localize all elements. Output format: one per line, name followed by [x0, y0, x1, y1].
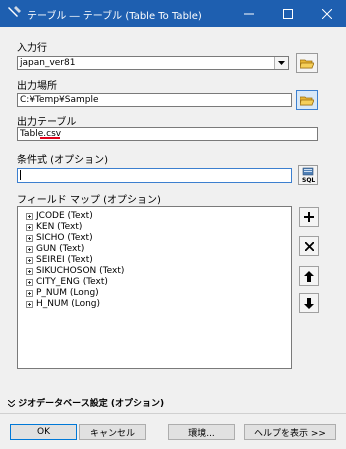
expand-icon[interactable] — [26, 256, 33, 264]
dropdown-arrow-button[interactable] — [274, 57, 288, 69]
expand-icon[interactable] — [26, 245, 33, 253]
geodatabase-settings-expander[interactable]: ジオデータベース設定 (オプション) — [7, 396, 165, 409]
chevron-down-icon — [278, 61, 285, 65]
sql-label: SQL — [302, 177, 316, 184]
output-location-field[interactable]: C:¥Temp¥Sample — [17, 93, 292, 107]
expand-icon[interactable] — [26, 212, 33, 220]
expand-icon[interactable] — [26, 300, 33, 308]
field-map-item-label: SICHO (Text) — [36, 233, 93, 243]
minimize-icon — [244, 13, 254, 14]
field-map-item-label: P_NUM (Long) — [36, 288, 99, 298]
expand-icon[interactable] — [26, 234, 33, 242]
output-location-label: 出力場所 — [17, 81, 57, 92]
sql-button[interactable]: SQL — [298, 165, 318, 185]
title-bar: テーブル ― テーブル (Table To Table) — [0, 0, 346, 27]
field-map-list[interactable]: JCODE (Text) KEN (Text) SICHO (Text) GUN… — [17, 206, 292, 369]
geodatabase-settings-label: ジオデータベース設定 (オプション) — [18, 399, 165, 409]
spellcheck-underline — [40, 137, 60, 139]
expand-icon[interactable] — [26, 289, 33, 297]
input-row-dropdown[interactable]: japan_ver81 — [17, 56, 289, 70]
chevron-double-down-icon — [7, 399, 16, 408]
field-map-item-label: SEIREI (Text) — [36, 255, 93, 265]
browse-output-button[interactable] — [296, 90, 318, 110]
field-map-item-label: CITY_ENG (Text) — [36, 277, 108, 287]
folder-icon — [300, 59, 314, 68]
field-map-item-label: GUN (Text) — [36, 244, 85, 254]
window-title: テーブル ― テーブル (Table To Table) — [27, 11, 202, 22]
close-button[interactable] — [308, 0, 346, 27]
help-button[interactable]: ヘルプを表示 >> — [244, 424, 336, 440]
expand-icon[interactable] — [26, 223, 33, 231]
plus-icon — [304, 212, 314, 222]
output-location-value: C:¥Temp¥Sample — [20, 95, 99, 105]
maximize-button[interactable] — [269, 0, 307, 27]
minimize-button[interactable] — [230, 0, 268, 27]
move-up-button[interactable] — [299, 266, 319, 286]
remove-icon — [304, 241, 314, 251]
arrow-up-icon — [304, 270, 314, 282]
hammer-icon — [8, 6, 21, 17]
close-icon — [322, 8, 332, 19]
field-map-item-label: H_NUM (Long) — [36, 299, 101, 309]
field-map-item-label: JCODE (Text) — [36, 211, 93, 221]
expression-field[interactable] — [17, 168, 292, 183]
field-map-item[interactable]: H_NUM (Long) — [26, 298, 100, 310]
expression-label: 条件式 (オプション) — [17, 155, 108, 166]
add-field-button[interactable] — [299, 207, 319, 227]
input-row-value: japan_ver81 — [20, 58, 76, 68]
input-row-label: 入力行 — [17, 43, 47, 54]
output-table-field[interactable]: Table.csv — [17, 127, 318, 141]
ok-button[interactable]: OK — [10, 424, 77, 440]
move-down-button[interactable] — [299, 293, 319, 313]
folder-icon — [300, 96, 314, 105]
arrow-down-icon — [304, 297, 314, 309]
field-map-label: フィールド マップ (オプション) — [17, 195, 161, 206]
expand-icon[interactable] — [26, 278, 33, 286]
environments-button[interactable]: 環境... — [168, 424, 235, 440]
field-map-item-label: SIKUCHOSON (Text) — [36, 266, 125, 276]
output-table-label: 出力テーブル — [17, 117, 77, 128]
text-cursor — [20, 169, 21, 180]
remove-field-button[interactable] — [299, 236, 319, 256]
browse-input-button[interactable] — [296, 53, 318, 73]
cancel-button[interactable]: キャンセル — [79, 424, 146, 440]
divider — [0, 413, 346, 414]
maximize-icon — [283, 8, 293, 19]
expand-icon[interactable] — [26, 267, 33, 275]
field-map-item-label: KEN (Text) — [36, 222, 83, 232]
